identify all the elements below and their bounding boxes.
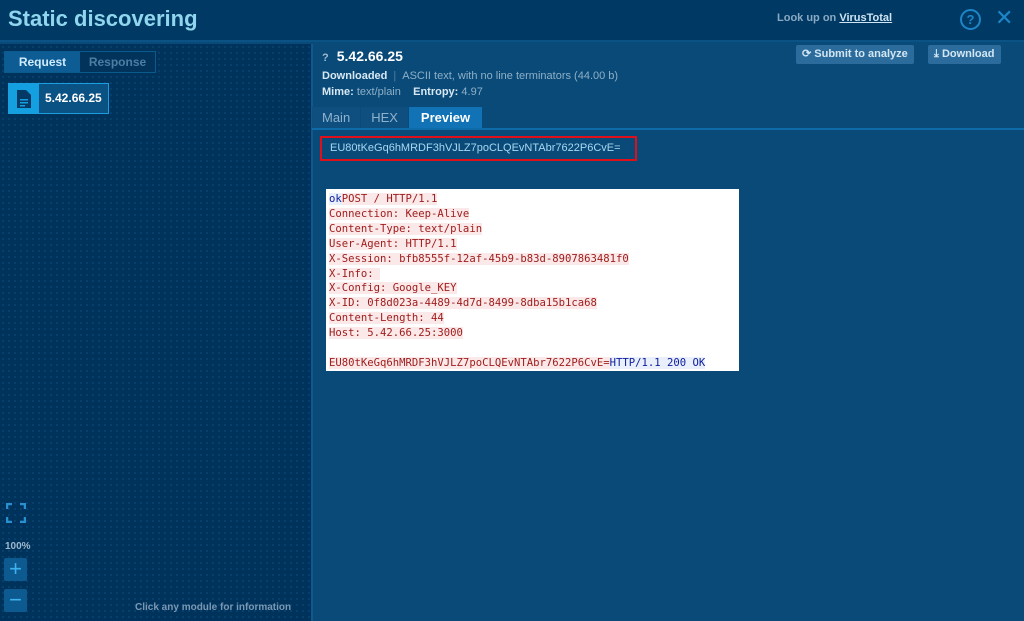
raw-content: EU80tKeGq6hMRDF3hVJLZ7poCLQEvNTAbr7622P6… [320, 136, 637, 161]
unknown-type-icon: ? [322, 52, 329, 64]
header-text: Host: 5.42.66.25:3000 [329, 327, 463, 340]
header-line: Content-Length: 44 [329, 311, 736, 326]
tab-request[interactable]: Request [5, 52, 80, 72]
refresh-icon: ⟳ [802, 48, 812, 60]
mime-label: Mime: [322, 86, 354, 98]
virustotal-link[interactable]: VirusTotal [839, 12, 892, 24]
file-status: Downloaded [322, 70, 388, 82]
download-button[interactable]: ⤓ Download [928, 45, 1001, 64]
tab-preview[interactable]: Preview [408, 107, 483, 128]
hint-text: Click any module for information [135, 602, 292, 613]
tab-hex[interactable]: HEX [361, 107, 408, 128]
body-line: EU80tKeGq6hMRDF3hVJLZ7poCLQEvNTAbr7622P6… [329, 356, 736, 371]
file-name: ? 5.42.66.25 [322, 48, 403, 64]
header-line: Connection: Keep-Alive [329, 207, 736, 222]
header-text: Connection: Keep-Alive [329, 207, 470, 220]
header-text: X-Session: bfb8555f-12af-45b9-b83d-89078… [329, 252, 629, 265]
tab-response[interactable]: Response [80, 52, 155, 72]
zoom-out-button[interactable]: − [4, 589, 27, 612]
tab-main[interactable]: Main [312, 107, 361, 128]
body-text: EU80tKeGq6hMRDF3hVJLZ7poCLQEvNTAbr7622P6… [329, 356, 610, 369]
header-line: User-Agent: HTTP/1.1 [329, 237, 736, 252]
node-label: 5.42.66.25 [45, 91, 102, 105]
close-icon[interactable]: ✕ [995, 5, 1013, 31]
virustotal-lookup: Look up on VirusTotal [777, 12, 892, 24]
help-icon[interactable]: ? [960, 9, 981, 30]
header-text: X-Config: Google_KEY [329, 282, 457, 295]
request-line: okPOST / HTTP/1.1 [329, 192, 736, 207]
download-label: Download [941, 48, 995, 60]
file-status-line: Downloaded | ASCII text, with no line term… [322, 70, 619, 82]
view-tabs: Main HEX Preview [312, 107, 483, 128]
file-mime-line: Mime: text/plain Entropy: 4.97 [322, 86, 483, 98]
submit-label: Submit to analyze [814, 48, 908, 60]
http-preview: okPOST / HTTP/1.1 Connection: Keep-Alive… [326, 189, 739, 371]
fit-screen-icon[interactable] [5, 502, 27, 524]
header-line: Content-Type: text/plain [329, 222, 736, 237]
request-line-text: POST / HTTP/1.1 [341, 193, 438, 205]
header-text: Content-Type: text/plain [329, 222, 483, 235]
file-name-text: 5.42.66.25 [336, 48, 403, 64]
entropy-value: 4.97 [461, 86, 483, 98]
header-text: X-ID: 0f8d023a-4489-4d7d-8499-8dba15b1ca… [329, 297, 597, 310]
header-line: X-Session: bfb8555f-12af-45b9-b83d-89078… [329, 252, 736, 267]
zoom-level: 100% [5, 541, 31, 552]
header-text: Content-Length: 44 [329, 312, 444, 325]
page-title: Static discovering [8, 6, 198, 31]
submit-to-analyze-button[interactable]: ⟳ Submit to analyze [796, 45, 914, 64]
header-text: X-Info: [329, 267, 381, 280]
download-icon: ⤓ [934, 48, 939, 60]
graph-panel [0, 44, 311, 621]
tab-underline [312, 128, 1024, 130]
header-text: User-Agent: HTTP/1.1 [329, 237, 457, 250]
module-node[interactable]: 5.42.66.25 [8, 83, 109, 114]
panel-divider[interactable] [311, 44, 313, 621]
header-line: X-Config: Google_KEY [329, 281, 736, 296]
ok-prefix: ok [329, 193, 342, 205]
entropy-label: Entropy: [413, 86, 459, 98]
document-icon [9, 84, 39, 113]
header: Static discovering Look up on VirusTotal… [0, 0, 1024, 42]
header-line: Host: 5.42.66.25:3000 [329, 326, 736, 341]
zoom-in-button[interactable]: + [4, 558, 27, 581]
request-response-tabs: Request Response [4, 51, 156, 73]
header-line: X-Info: [329, 267, 736, 282]
response-status: HTTP/1.1 200 OK [609, 356, 706, 369]
mime-value: text/plain [356, 86, 401, 98]
header-line: X-ID: 0f8d023a-4489-4d7d-8499-8dba15b1ca… [329, 296, 736, 311]
file-type: ASCII text, with no line terminators (44… [402, 70, 619, 82]
lookup-label: Look up on [777, 12, 837, 24]
